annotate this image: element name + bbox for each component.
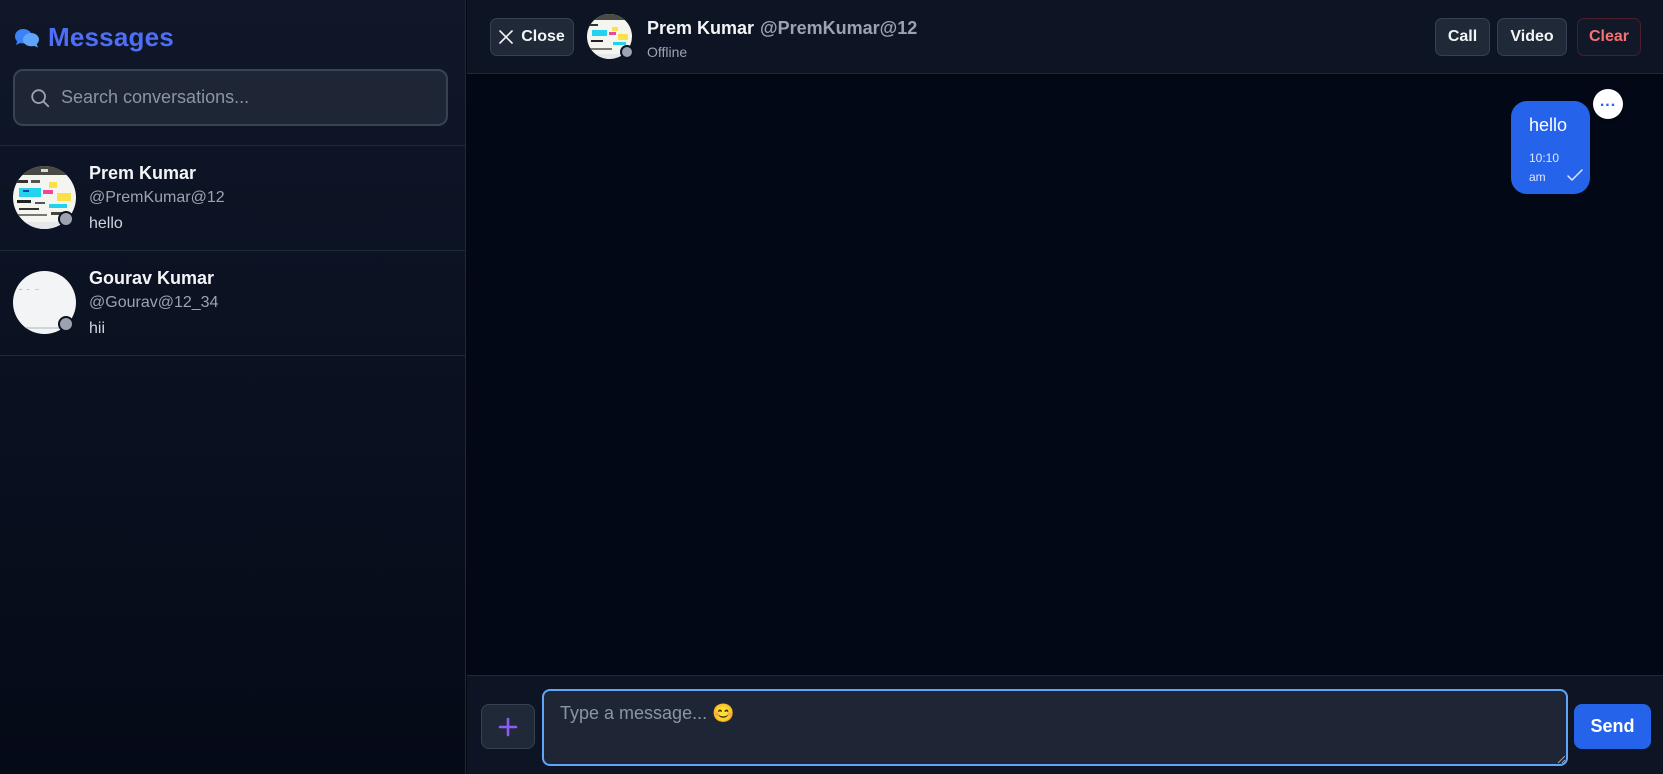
search-icon [31, 88, 50, 107]
chat-header: Close Prem Kumar @PremKumar@12 Offline Ca… [467, 0, 1663, 74]
contact-status: Offline [647, 44, 688, 60]
conversation-last-message: hii [89, 320, 106, 337]
conversation-name: Gourav Kumar [89, 268, 215, 288]
message-time: 10:10 am [1529, 151, 1560, 184]
attach-button[interactable] [481, 704, 535, 749]
contact-handle: @PremKumar@12 [760, 18, 918, 38]
app-title: Messages [48, 22, 174, 52]
conversation-handle: @PremKumar@12 [89, 189, 225, 206]
message-list: hello 10:10 am ... [467, 75, 1663, 675]
message-text: hello [1529, 115, 1568, 135]
close-icon [499, 30, 514, 44]
close-label: Close [521, 28, 565, 45]
search-input[interactable] [61, 87, 421, 108]
message-composer: Send [467, 675, 1663, 774]
message-options-button[interactable]: ... [1593, 89, 1623, 119]
contact-name: Prem Kumar [647, 18, 755, 38]
delivered-check-icon [1567, 169, 1583, 181]
plus-icon [498, 717, 518, 736]
more-options-icon: ... [1599, 93, 1617, 110]
outgoing-message-bubble[interactable]: hello 10:10 am [1511, 101, 1590, 194]
conversation-sidebar: Messages Search conversations... Prem Ku… [0, 0, 466, 774]
close-button[interactable]: Close [490, 18, 574, 56]
conversation-name: Prem Kumar [89, 163, 197, 183]
offline-status-dot [58, 211, 74, 227]
video-button[interactable]: Video [1497, 18, 1567, 56]
conversation-last-message: hello [89, 215, 123, 232]
conversation-handle: @Gourav@12_34 [89, 294, 219, 311]
search-box [13, 69, 448, 126]
chat-bubbles-icon [15, 28, 39, 47]
resize-grip-icon[interactable] [1556, 754, 1566, 764]
conversation-item[interactable]: Gourav Kumar @Gourav@12_34 hii [0, 251, 466, 356]
send-button[interactable]: Send [1574, 704, 1651, 749]
call-button[interactable]: Call [1435, 18, 1490, 56]
offline-status-dot [620, 45, 634, 59]
conversation-item[interactable]: Prem Kumar @PremKumar@12 hello [0, 146, 466, 251]
contact-name-line: Prem Kumar @PremKumar@12 [647, 18, 917, 39]
message-input[interactable] [542, 689, 1568, 766]
offline-status-dot [58, 316, 74, 332]
clear-chat-button[interactable]: Clear [1577, 18, 1641, 56]
brand: Messages [14, 22, 174, 53]
